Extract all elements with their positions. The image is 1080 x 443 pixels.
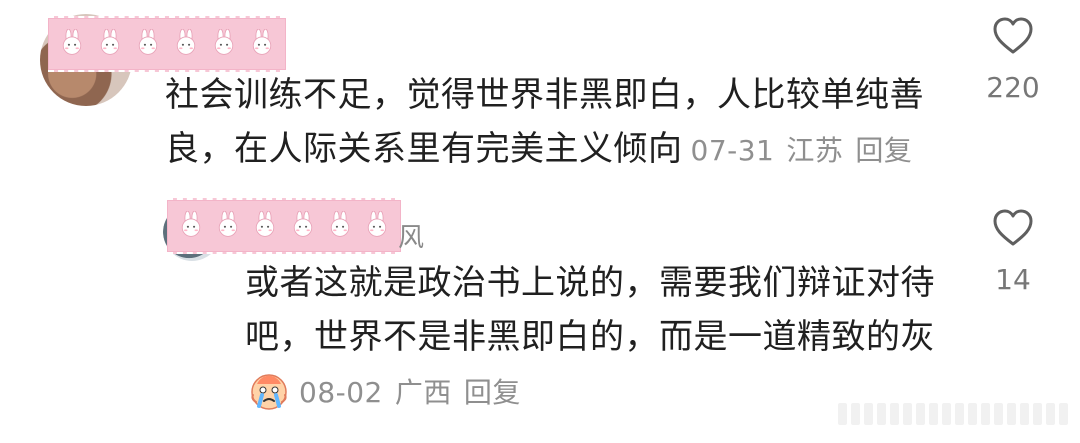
scroll-tick: [981, 403, 990, 425]
like-control[interactable]: 14: [978, 208, 1048, 296]
bunny-icon: [100, 29, 120, 55]
bunny-icon: [367, 211, 387, 237]
bunny-pattern: [58, 26, 276, 60]
scroll-tick: [864, 403, 873, 425]
scroll-tick: [1033, 403, 1042, 425]
bunny-icon: [181, 211, 201, 237]
bunny-icon: [214, 29, 234, 55]
username-redaction-sticker: [167, 198, 401, 254]
scroll-tick: [955, 403, 964, 425]
reply-body[interactable]: 或者这就是政治书上说的，需要我们辩证对待吧，世界不是非黑即白的，而是一道精致的灰: [245, 263, 935, 357]
scroll-tick: [994, 403, 1003, 425]
scroll-tick: [929, 403, 938, 425]
scroll-tick: [1020, 403, 1029, 425]
scroll-tick: [903, 403, 912, 425]
bunny-icon: [252, 29, 272, 55]
bunny-icon: [330, 211, 349, 237]
bunny-icon: [176, 29, 196, 55]
bunny-icon: [256, 211, 275, 237]
scroll-tick: [838, 403, 847, 425]
reply-location: 广西: [394, 376, 452, 409]
bunny-icon: [293, 211, 312, 237]
scroll-tick: [1007, 403, 1016, 425]
like-count: 14: [995, 263, 1031, 296]
bunny-pattern: [177, 208, 391, 242]
comment-text[interactable]: 社会训练不足，觉得世界非黑即白，人比较单纯善良，在人际关系里有完美主义倾向 07-…: [165, 68, 975, 178]
reply-text[interactable]: 或者这就是政治书上说的，需要我们辩证对待吧，世界不是非黑即白的，而是一道精致的灰…: [245, 256, 945, 420]
scroll-tick: [890, 403, 899, 425]
scroll-tick: [1059, 403, 1068, 425]
scroll-tick: [877, 403, 886, 425]
reply-date: 08-02: [299, 376, 383, 409]
scroll-tick: [1046, 403, 1055, 425]
username-fragment[interactable]: 风: [398, 217, 424, 254]
scroll-tick: [968, 403, 977, 425]
username-redaction-sticker: [48, 16, 286, 72]
like-count: 220: [986, 71, 1040, 104]
comment-date: 07-31: [690, 134, 775, 167]
scroll-indicator: [838, 402, 1072, 426]
scroll-tick: [851, 403, 860, 425]
reply-meta: 08-02 广西 回复: [299, 376, 521, 409]
like-control[interactable]: 220: [978, 16, 1048, 104]
bunny-icon: [138, 29, 158, 55]
comment-meta: 07-31 江苏 回复: [691, 134, 913, 167]
heart-outline-icon[interactable]: [991, 16, 1035, 56]
scroll-tick: [942, 403, 951, 425]
comment-location: 江苏: [786, 134, 844, 167]
scroll-tick: [916, 403, 925, 425]
heart-outline-icon[interactable]: [991, 208, 1035, 248]
bunny-icon: [219, 211, 238, 237]
bunny-icon: [62, 29, 82, 55]
reply-button[interactable]: 回复: [464, 376, 521, 409]
reply-button[interactable]: 回复: [855, 134, 912, 167]
crying-face-emoji: [251, 374, 287, 410]
